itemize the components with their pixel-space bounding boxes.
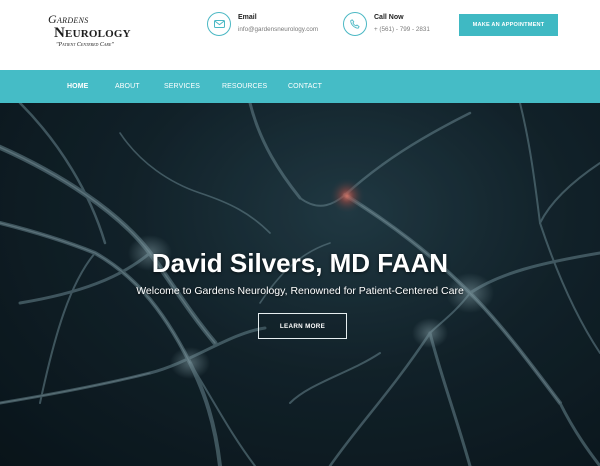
email-label: Email <box>238 14 257 21</box>
logo[interactable]: Gardens Neurology "Patient Centered Care… <box>46 12 131 52</box>
logo-line2: Neurology <box>54 25 131 41</box>
hero-section: David Silvers, MD FAAN Welcome to Garden… <box>0 103 600 466</box>
main-nav: HOME ABOUT SERVICES RESOURCES CONTACT <box>0 70 600 103</box>
nav-item-home[interactable]: HOME <box>67 70 88 103</box>
email-address[interactable]: info@gardensneurology.com <box>238 26 318 34</box>
contact-email[interactable]: Email info@gardensneurology.com <box>207 12 318 36</box>
hero-title: David Silvers, MD FAAN <box>151 248 449 278</box>
make-appointment-button[interactable]: MAKE AN APPOINTMENT <box>459 14 558 36</box>
nav-item-services[interactable]: SERVICES <box>164 70 200 103</box>
phone-icon <box>343 12 367 36</box>
nav-item-about[interactable]: ABOUT <box>115 70 140 103</box>
nav-item-resources[interactable]: RESOURCES <box>222 70 267 103</box>
phone-label: Call Now <box>374 14 404 21</box>
mail-icon <box>207 12 231 36</box>
contact-phone[interactable]: Call Now + (561) - 799 - 2831 <box>343 12 430 36</box>
hero-subtitle: Welcome to Gardens Neurology, Renowned f… <box>136 285 464 297</box>
nav-item-contact[interactable]: CONTACT <box>288 70 322 103</box>
phone-number[interactable]: + (561) - 799 - 2831 <box>374 26 430 34</box>
learn-more-button[interactable]: LEARN MORE <box>258 313 347 339</box>
top-header: Gardens Neurology "Patient Centered Care… <box>0 0 600 70</box>
logo-tagline: "Patient Centered Care" <box>56 42 114 48</box>
